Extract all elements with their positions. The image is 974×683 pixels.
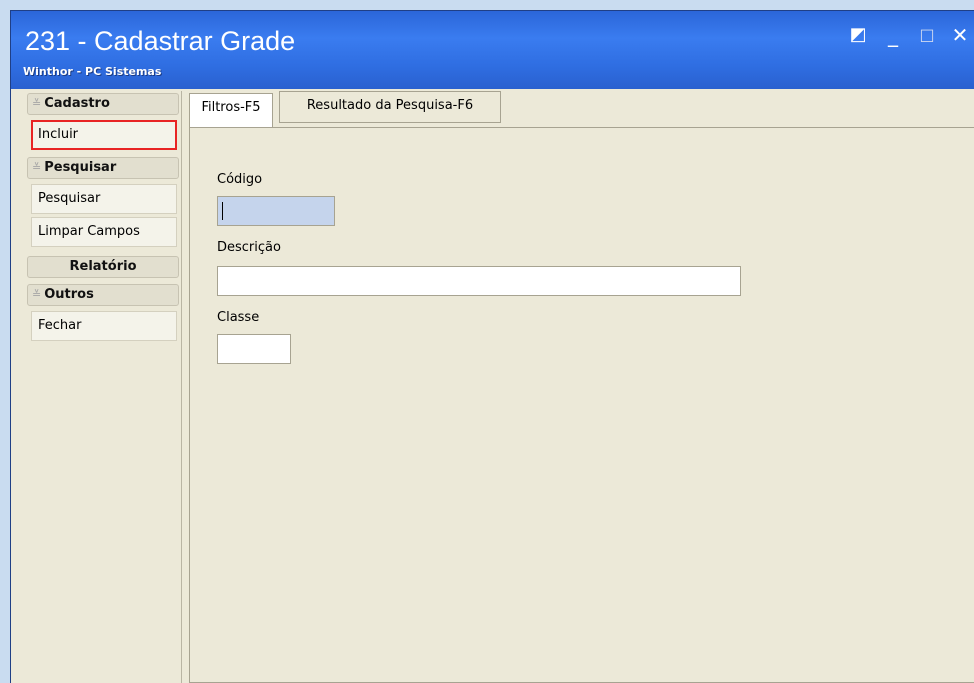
close-icon[interactable]: ✕ bbox=[949, 25, 971, 45]
sidebar: ≚ Cadastro Incluir ≚ Pesquisar Pesquisar L… bbox=[13, 91, 182, 683]
codigo-label: Código bbox=[217, 172, 263, 187]
chevron-down-icon: ≚ bbox=[32, 288, 42, 301]
sidebar-group-label: Pesquisar bbox=[44, 160, 117, 175]
chevron-down-icon: ≚ bbox=[32, 97, 42, 110]
main-window: 231 - Cadastrar Grade Winthor - PC Siste… bbox=[10, 10, 974, 683]
filters-panel: Código Descrição Classe bbox=[189, 127, 974, 683]
sidebar-group-pesquisar[interactable]: ≚ Pesquisar bbox=[27, 157, 179, 179]
window-subtitle: Winthor - PC Sistemas bbox=[23, 65, 162, 78]
limpar-campos-button[interactable]: Limpar Campos bbox=[31, 217, 177, 247]
minimize-icon[interactable]: _ bbox=[883, 25, 903, 45]
descricao-label: Descrição bbox=[217, 240, 281, 255]
sidebar-group-cadastro[interactable]: ≚ Cadastro bbox=[27, 93, 179, 115]
sidebar-group-label: Relatório bbox=[69, 259, 137, 274]
tab-filtros[interactable]: Filtros-F5 bbox=[189, 93, 273, 127]
chevron-down-icon: ≚ bbox=[32, 161, 42, 174]
maximize-icon[interactable]: □ bbox=[917, 25, 937, 45]
classe-label: Classe bbox=[217, 310, 260, 325]
classe-field[interactable] bbox=[217, 334, 291, 364]
sidebar-group-label: Outros bbox=[44, 287, 94, 302]
fechar-button[interactable]: Fechar bbox=[31, 311, 177, 341]
codigo-field[interactable] bbox=[217, 196, 335, 226]
window-title: 231 - Cadastrar Grade bbox=[25, 26, 296, 56]
restore-icon[interactable]: ◩ bbox=[847, 25, 869, 45]
incluir-button[interactable]: Incluir bbox=[31, 120, 177, 150]
text-cursor bbox=[222, 202, 223, 220]
sidebar-group-relatorio[interactable]: Relatório bbox=[27, 256, 179, 278]
pesquisar-button[interactable]: Pesquisar bbox=[31, 184, 177, 214]
sidebar-group-label: Cadastro bbox=[44, 96, 110, 111]
tab-resultado-pesquisa[interactable]: Resultado da Pesquisa-F6 bbox=[279, 91, 501, 123]
title-bar[interactable]: 231 - Cadastrar Grade Winthor - PC Siste… bbox=[11, 11, 974, 89]
descricao-field[interactable] bbox=[217, 266, 741, 296]
sidebar-group-outros[interactable]: ≚ Outros bbox=[27, 284, 179, 306]
